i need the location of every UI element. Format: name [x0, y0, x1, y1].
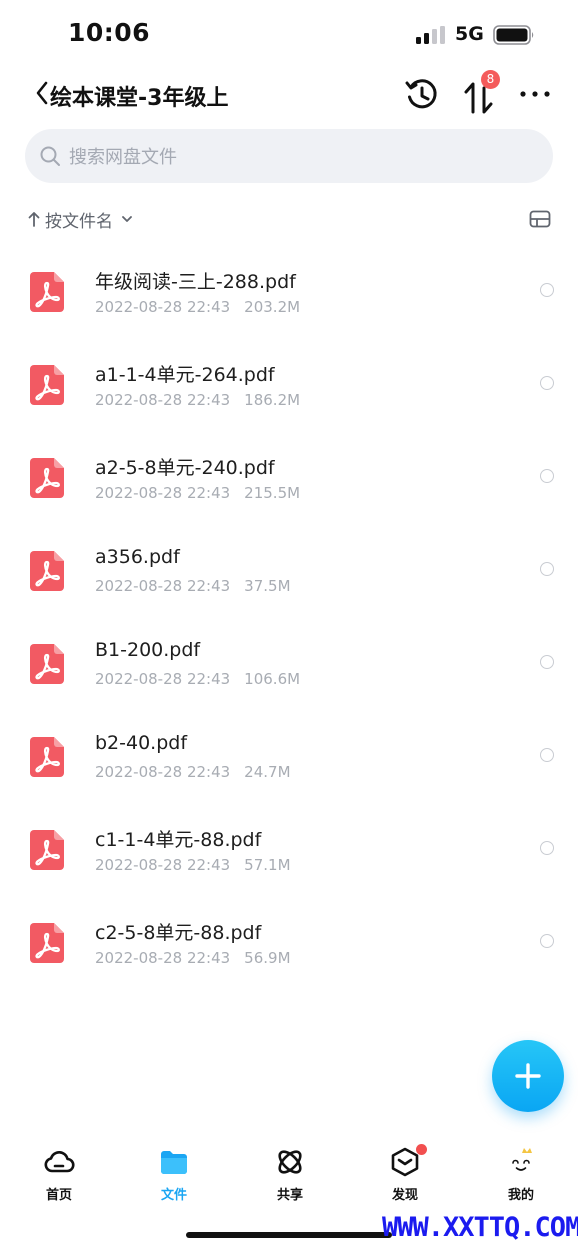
file-name: 年级阅读-三上-288.pdf: [95, 271, 296, 293]
tab-share[interactable]: 共享: [232, 1130, 348, 1210]
file-size: 186.2M: [244, 391, 301, 409]
profile-icon: [512, 1148, 532, 1171]
file-row[interactable]: b2-40.pdf 2022-08-28 22:43 24.7M: [0, 713, 578, 806]
sort-selector[interactable]: 按文件名: [28, 206, 133, 232]
battery-icon: [493, 25, 534, 45]
status-time: 10:06: [68, 18, 151, 47]
watermark: WWW.XXTTQ.COM: [382, 1212, 578, 1243]
notification-dot: [416, 1144, 427, 1155]
select-radio[interactable]: [540, 376, 554, 390]
more-icon[interactable]: [519, 82, 551, 106]
page-title: 绘本课堂-3年级上: [50, 86, 229, 111]
signal-icon: [416, 26, 445, 44]
file-meta: 2022-08-28 22:43 106.6M: [95, 670, 300, 688]
history-icon[interactable]: [404, 77, 440, 113]
file-name: b2-40.pdf: [95, 732, 188, 754]
share-atom-icon: [278, 1150, 302, 1174]
transfer-badge: 8: [481, 70, 500, 89]
tab-bar: 首页 文件 共享 发现 我的: [0, 1130, 578, 1220]
file-name: B1-200.pdf: [95, 639, 201, 661]
file-name: c2-5-8单元-88.pdf: [95, 922, 262, 944]
plus-icon: [515, 1063, 541, 1089]
view-toggle-icon[interactable]: [529, 209, 551, 229]
status-bar: 10:06 5G: [0, 0, 578, 70]
file-row[interactable]: B1-200.pdf 2022-08-28 22:43 106.6M: [0, 620, 578, 713]
file-size: 106.6M: [244, 670, 301, 688]
search-bar[interactable]: [25, 129, 553, 185]
file-meta: 2022-08-28 22:43 203.2M: [95, 298, 300, 316]
file-meta: 2022-08-28 22:43 186.2M: [95, 391, 300, 409]
tab-profile[interactable]: 我的: [463, 1130, 578, 1210]
file-size: 203.2M: [244, 298, 301, 316]
tab-home[interactable]: 首页: [1, 1130, 117, 1210]
file-row[interactable]: a2-5-8单元-240.pdf 2022-08-28 22:43 215.5M: [0, 434, 578, 527]
file-row[interactable]: c2-5-8单元-88.pdf 2022-08-28 22:43 56.9M: [0, 899, 578, 992]
tab-label: 我的: [507, 1188, 534, 1203]
file-meta: 2022-08-28 22:43 24.7M: [95, 763, 291, 781]
tab-files[interactable]: 文件: [116, 1130, 232, 1210]
search-icon: [40, 146, 60, 166]
select-radio[interactable]: [540, 655, 554, 669]
file-date: 2022-08-28 22:43: [95, 670, 231, 688]
pdf-file-icon: [30, 923, 64, 963]
pdf-file-icon: [30, 644, 64, 684]
network-label: 5G: [455, 23, 484, 45]
file-date: 2022-08-28 22:43: [95, 484, 231, 502]
home-indicator[interactable]: [186, 1232, 392, 1238]
file-row[interactable]: a356.pdf 2022-08-28 22:43 37.5M: [0, 527, 578, 620]
search-input[interactable]: [67, 129, 531, 185]
file-size: 57.1M: [244, 856, 291, 874]
file-meta: 2022-08-28 22:43 37.5M: [95, 577, 291, 595]
file-size: 56.9M: [244, 949, 291, 967]
file-date: 2022-08-28 22:43: [95, 856, 231, 874]
select-radio[interactable]: [540, 283, 554, 297]
file-date: 2022-08-28 22:43: [95, 298, 231, 316]
select-radio[interactable]: [540, 748, 554, 762]
pdf-file-icon: [30, 830, 64, 870]
file-date: 2022-08-28 22:43: [95, 577, 231, 595]
pdf-file-icon: [30, 458, 64, 498]
file-list: 年级阅读-三上-288.pdf 2022-08-28 22:43 203.2M a…: [0, 248, 578, 992]
sort-label: 按文件名: [45, 211, 113, 232]
tab-discover[interactable]: 发现: [347, 1130, 463, 1210]
select-radio[interactable]: [540, 841, 554, 855]
select-radio[interactable]: [540, 469, 554, 483]
tab-label: 发现: [391, 1188, 418, 1203]
file-date: 2022-08-28 22:43: [95, 949, 231, 967]
file-name: c1-1-4单元-88.pdf: [95, 829, 262, 851]
file-size: 37.5M: [244, 577, 291, 595]
sort-arrow-up-icon: [28, 212, 40, 227]
tab-label: 文件: [160, 1188, 187, 1203]
file-name: a356.pdf: [95, 546, 180, 568]
file-name: a2-5-8单元-240.pdf: [95, 457, 275, 479]
chevron-down-icon: [122, 216, 132, 222]
file-meta: 2022-08-28 22:43 215.5M: [95, 484, 300, 502]
select-radio[interactable]: [540, 934, 554, 948]
pdf-file-icon: [30, 551, 64, 591]
file-meta: 2022-08-28 22:43 56.9M: [95, 949, 291, 967]
file-row[interactable]: c1-1-4单元-88.pdf 2022-08-28 22:43 57.1M: [0, 806, 578, 899]
pdf-file-icon: [30, 365, 64, 405]
file-meta: 2022-08-28 22:43 57.1M: [95, 856, 291, 874]
file-row[interactable]: a1-1-4单元-264.pdf 2022-08-28 22:43 186.2M: [0, 341, 578, 434]
file-size: 215.5M: [244, 484, 301, 502]
cloud-icon: [44, 1150, 75, 1173]
add-button[interactable]: [492, 1040, 564, 1112]
back-icon[interactable]: [34, 80, 50, 106]
pdf-file-icon: [30, 737, 64, 777]
file-date: 2022-08-28 22:43: [95, 391, 231, 409]
pdf-file-icon: [30, 272, 64, 312]
tab-label: 首页: [45, 1188, 72, 1203]
select-radio[interactable]: [540, 562, 554, 576]
file-date: 2022-08-28 22:43: [95, 763, 231, 781]
file-size: 24.7M: [244, 763, 291, 781]
folder-icon: [161, 1151, 187, 1174]
tab-label: 共享: [276, 1188, 303, 1203]
file-row[interactable]: 年级阅读-三上-288.pdf 2022-08-28 22:43 203.2M: [0, 248, 578, 341]
file-name: a1-1-4单元-264.pdf: [95, 364, 275, 386]
